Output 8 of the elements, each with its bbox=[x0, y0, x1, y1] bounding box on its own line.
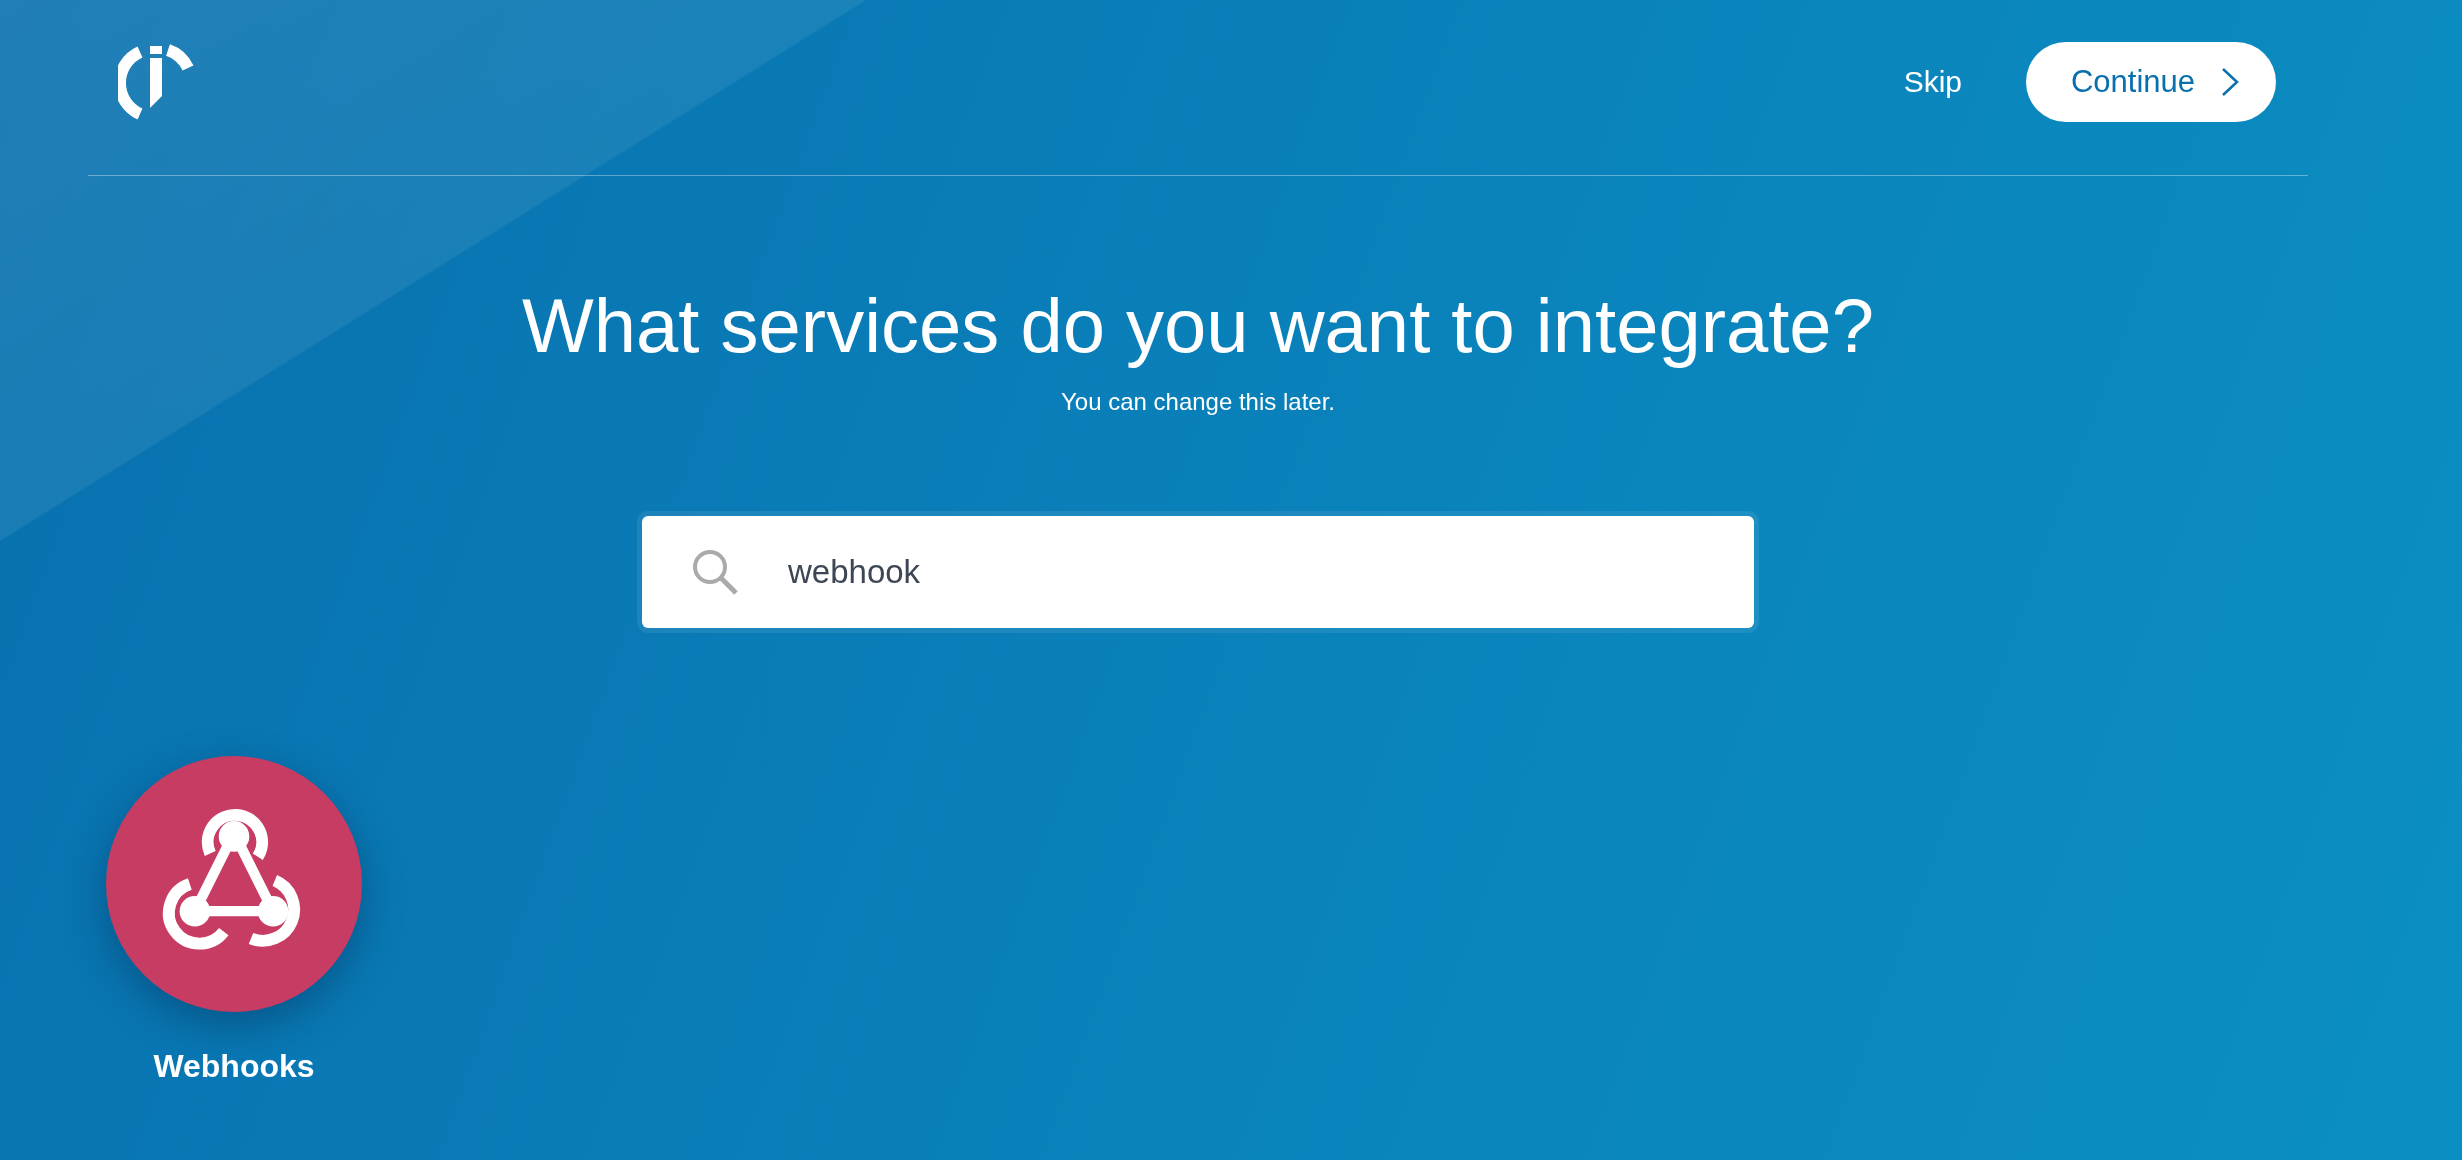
chevron-right-icon bbox=[2221, 66, 2240, 97]
search-field[interactable]: webhook bbox=[642, 515, 1754, 628]
page-subheading: You can change this later. bbox=[1061, 387, 1335, 416]
skip-button[interactable]: Skip bbox=[1893, 56, 1972, 107]
continue-button[interactable]: Continue bbox=[2026, 41, 2276, 122]
page-heading: What services do you want to integrate? bbox=[522, 284, 1874, 368]
logo-icon bbox=[118, 43, 194, 120]
service-name: Webhooks bbox=[153, 1047, 315, 1085]
